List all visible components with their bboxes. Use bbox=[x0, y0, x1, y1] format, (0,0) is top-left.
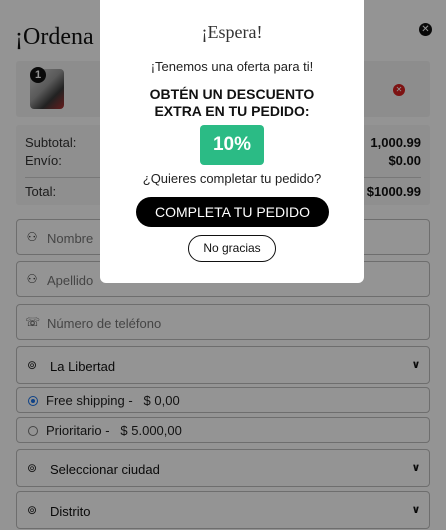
headline-line-1: OBTÉN UN DESCUENTO bbox=[149, 86, 315, 102]
complete-order-button[interactable]: COMPLETA TU PEDIDO bbox=[136, 197, 329, 227]
discount-badge: 10% bbox=[200, 125, 264, 165]
headline-line-2: EXTRA EN TU PEDIDO: bbox=[154, 103, 310, 119]
decline-button[interactable]: No gracias bbox=[188, 235, 276, 262]
discount-popup: ¡Espera! ¡Tenemos una oferta para ti! OB… bbox=[100, 0, 364, 283]
offer-text: ¡Tenemos una oferta para ti! bbox=[150, 59, 314, 74]
complete-order-question: ¿Quieres completar tu pedido? bbox=[142, 171, 322, 186]
popup-title: ¡Espera! bbox=[201, 22, 263, 42]
discount-headline: OBTÉN UN DESCUENTO EXTRA EN TU PEDIDO: bbox=[100, 86, 364, 120]
